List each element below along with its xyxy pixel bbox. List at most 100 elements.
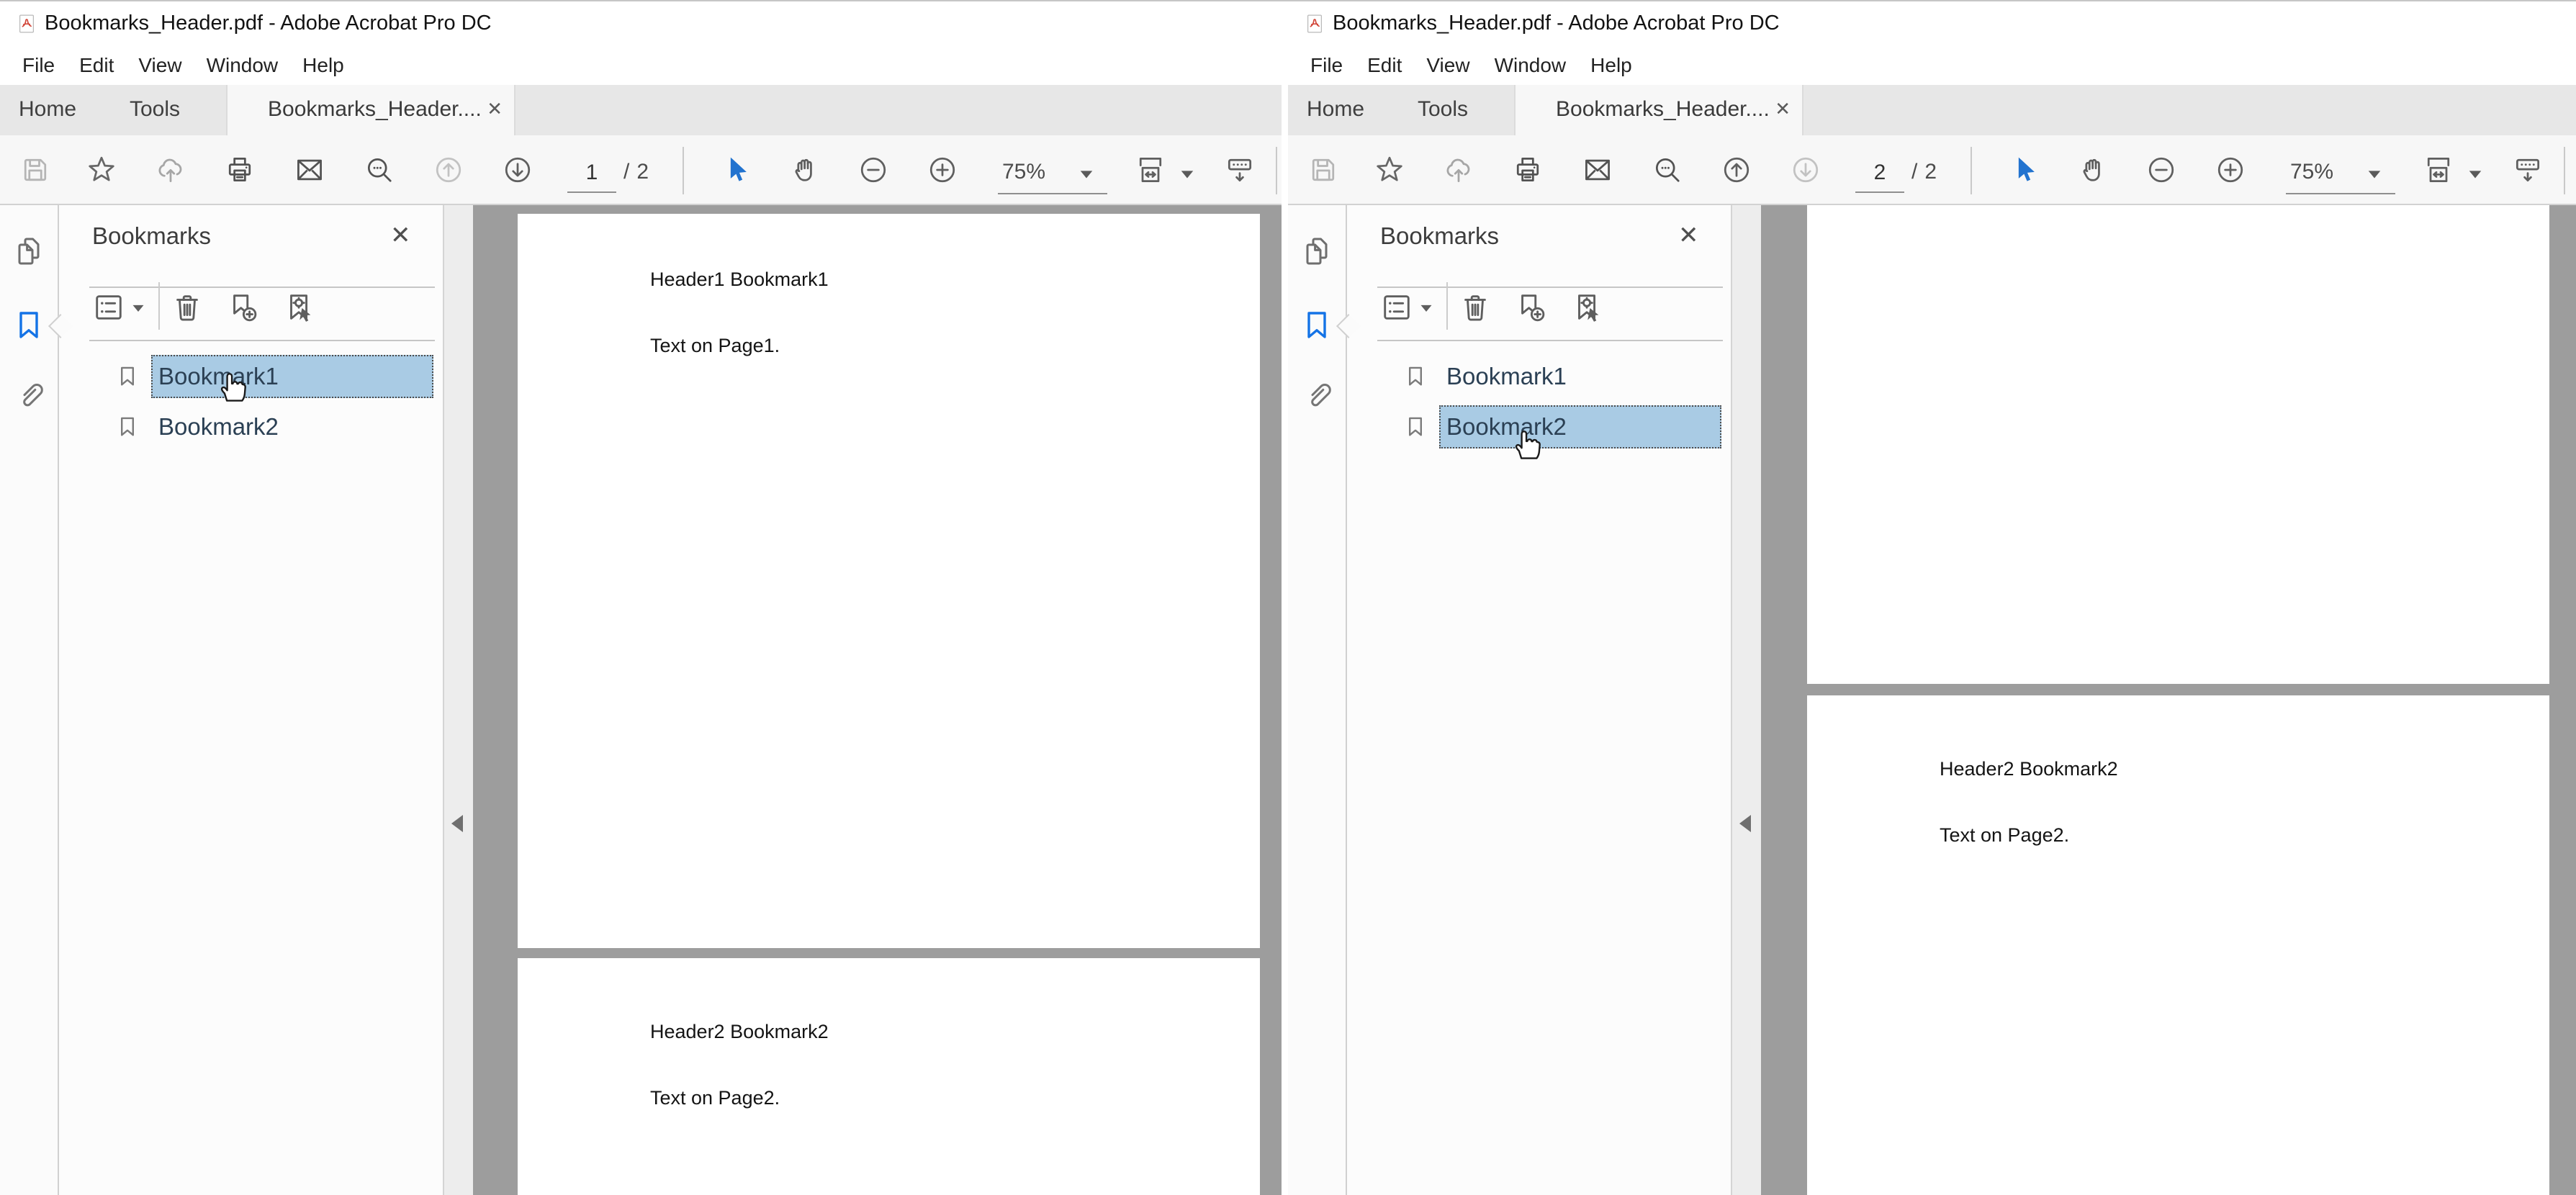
bookmarks-panel: Bookmarks ✕ Bookmark1 Bookmark2 [1347,205,1731,1195]
menu-window[interactable]: Window [1482,54,1579,77]
search-icon[interactable] [364,154,395,186]
zoom-level[interactable]: 75% [2290,160,2333,184]
search-icon[interactable] [1652,154,1683,186]
page-total: 2 [636,160,649,184]
title-bar[interactable]: Bookmarks_Header.pdf - Adobe Acrobat Pro… [0,0,1282,46]
page-number-input[interactable]: 1 [567,155,616,193]
zoom-in-icon[interactable] [2215,154,2246,186]
tab-document[interactable]: Bookmarks_Header.... ✕ [226,85,515,135]
bookmark-label[interactable]: Bookmark2 [158,405,279,448]
bookmark-row-2[interactable]: Bookmark2 [59,405,443,448]
trash-icon[interactable] [1459,291,1492,324]
cloud-upload-icon[interactable] [1443,154,1474,186]
menu-view[interactable]: View [1414,54,1482,77]
zoom-caret-icon[interactable] [2366,168,2382,180]
menu-bar: File Edit View Window Help [1288,46,2576,85]
page-count: /2 [1911,160,1944,184]
email-icon[interactable] [294,154,325,186]
tab-tools[interactable]: Tools [130,97,180,122]
zoom-out-icon[interactable] [857,154,889,186]
menu-help[interactable]: Help [290,54,356,77]
tab-close-icon[interactable]: ✕ [1775,98,1791,120]
panel-close-icon[interactable]: ✕ [390,221,411,250]
print-icon[interactable] [224,154,256,186]
panel-collapse-strip[interactable] [443,205,474,1195]
attachments-icon[interactable] [1300,378,1334,412]
document-area[interactable]: Header1 Bookmark1 Text on Page1. Header2… [473,205,1282,1195]
trash-icon[interactable] [171,291,204,324]
page-total: 2 [1924,160,1937,184]
save-icon[interactable] [1307,154,1339,186]
panel-divider [1377,340,1723,341]
document-area[interactable]: Header2 Bookmark2 Text on Page2. [1761,205,2576,1195]
tab-document[interactable]: Bookmarks_Header.... ✕ [1514,85,1803,135]
page-down-icon[interactable] [1790,154,1821,186]
panel-collapse-strip[interactable] [1731,205,1762,1195]
window-title: Bookmarks_Header.pdf - Adobe Acrobat Pro… [45,12,492,35]
hand-cursor [1507,423,1544,464]
fit-width-caret-icon[interactable] [2467,168,2483,180]
tab-tools[interactable]: Tools [1418,97,1468,122]
menu-edit[interactable]: Edit [67,54,126,77]
hand-cursor [212,366,250,406]
tab-home[interactable]: Home [19,97,76,122]
select-tool-icon[interactable] [2009,154,2041,186]
zoom-level[interactable]: 75% [1002,160,1045,184]
page-down-icon[interactable] [502,154,533,186]
attachments-icon[interactable] [12,378,46,412]
collapse-panel-arrow-icon[interactable] [451,815,463,832]
email-icon[interactable] [1582,154,1613,186]
fit-width-caret-icon[interactable] [1179,168,1195,180]
zoom-in-icon[interactable] [927,154,958,186]
bookmark-destination-icon[interactable] [283,291,316,324]
star-icon[interactable] [86,154,117,186]
options-icon[interactable] [92,291,125,324]
page-thumbnails-icon[interactable] [12,234,46,269]
page-number-input[interactable]: 2 [1855,155,1904,193]
options-icon[interactable] [1380,291,1413,324]
hand-tool-icon[interactable] [789,154,821,186]
toolbar-display-icon[interactable] [2512,154,2544,186]
fit-width-icon[interactable] [1135,154,1166,186]
menu-edit[interactable]: Edit [1355,54,1414,77]
hand-tool-icon[interactable] [2077,154,2109,186]
zoom-out-icon[interactable] [2145,154,2177,186]
tab-home[interactable]: Home [1307,97,1364,122]
panel-close-icon[interactable]: ✕ [1678,221,1699,250]
bookmark-label[interactable]: Bookmark1 [1446,355,1567,398]
save-icon[interactable] [19,154,51,186]
pdf-page-1: Header1 Bookmark1 Text on Page1. [518,214,1260,948]
options-caret-icon[interactable] [131,303,145,313]
options-caret-icon[interactable] [1419,303,1433,313]
page-thumbnails-icon[interactable] [1300,234,1334,269]
bookmarks-icon[interactable] [1300,308,1334,343]
menu-file[interactable]: File [10,54,67,77]
menu-view[interactable]: View [126,54,194,77]
fit-width-icon[interactable] [2423,154,2454,186]
new-bookmark-icon[interactable] [1515,291,1548,324]
cloud-upload-icon[interactable] [155,154,186,186]
bookmark-row-1[interactable]: Bookmark1 [1347,355,1731,398]
print-icon[interactable] [1512,154,1544,186]
bookmarks-icon[interactable] [12,308,46,343]
select-tool-icon[interactable] [721,154,753,186]
tab-close-icon[interactable]: ✕ [487,98,503,120]
title-bar[interactable]: Bookmarks_Header.pdf - Adobe Acrobat Pro… [1288,0,2576,46]
bookmark-destination-icon[interactable] [1571,291,1604,324]
menu-file[interactable]: File [1298,54,1355,77]
page-up-icon[interactable] [433,154,464,186]
bookmark-row-1[interactable]: Bookmark1 [59,355,443,398]
new-bookmark-icon[interactable] [227,291,260,324]
pdf-page-2: Header2 Bookmark2 Text on Page2. [518,958,1260,1195]
panel-toolbar-separator [1446,282,1448,330]
collapse-panel-arrow-icon[interactable] [1739,815,1751,832]
menu-help[interactable]: Help [1578,54,1644,77]
menu-window[interactable]: Window [194,54,291,77]
toolbar-display-icon[interactable] [1224,154,1256,186]
page1-header-text: Header1 Bookmark1 [650,269,829,291]
toolbar-separator [683,147,684,194]
page-up-icon[interactable] [1721,154,1752,186]
zoom-caret-icon[interactable] [1078,168,1094,180]
star-icon[interactable] [1374,154,1405,186]
bookmark-item-icon [115,360,140,393]
